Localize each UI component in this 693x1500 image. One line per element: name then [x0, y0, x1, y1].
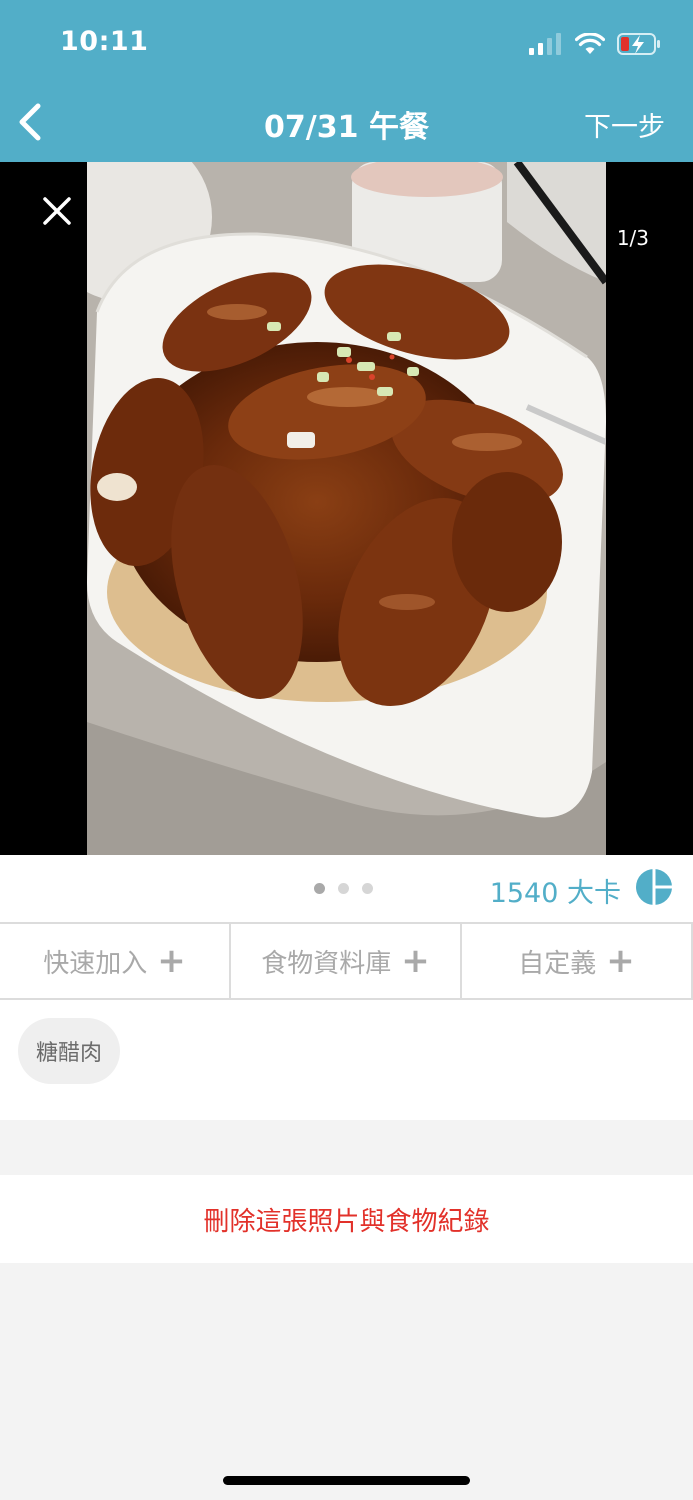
- signal-icon: [529, 33, 561, 55]
- food-chip[interactable]: 糖醋肉: [18, 1018, 121, 1084]
- wifi-icon: [575, 33, 605, 54]
- home-indicator[interactable]: [223, 1476, 470, 1485]
- app-header: 10:11 07/31 午餐 下一步: [0, 0, 693, 162]
- next-button[interactable]: 下一步: [584, 105, 665, 144]
- plus-icon: +: [157, 941, 186, 981]
- delete-label: 刪除這張照片與食物紀錄: [203, 1206, 490, 1237]
- calorie-row: 1540 大卡: [0, 855, 693, 923]
- close-icon[interactable]: [40, 194, 74, 228]
- delete-button[interactable]: 刪除這張照片與食物紀錄: [0, 1175, 693, 1263]
- photo-viewer[interactable]: 1/3: [0, 162, 693, 855]
- status-icons: [529, 30, 661, 58]
- plus-icon: +: [401, 941, 430, 981]
- add-food-tabs: 快速加入 + 食物資料庫 + 自定義 +: [0, 922, 693, 1000]
- food-list: 糖醋肉: [0, 1000, 693, 1120]
- nutrition-pie-icon[interactable]: [635, 868, 673, 906]
- calorie-total: 1540 大卡: [489, 878, 621, 909]
- photo-counter: 1/3: [616, 226, 649, 250]
- page-dot-active[interactable]: [314, 883, 325, 894]
- plus-icon: +: [606, 941, 635, 981]
- custom-tab[interactable]: 自定義 +: [462, 924, 693, 998]
- page-indicator[interactable]: [314, 883, 373, 894]
- food-database-tab[interactable]: 食物資料庫 +: [231, 924, 462, 998]
- page-dot[interactable]: [362, 883, 373, 894]
- quick-add-tab[interactable]: 快速加入 +: [0, 924, 231, 998]
- tab-label: 食物資料庫: [261, 948, 392, 979]
- food-photo: [87, 162, 606, 855]
- battery-icon: [617, 33, 660, 55]
- tab-label: 快速加入: [43, 948, 148, 979]
- tab-label: 自定義: [518, 948, 597, 979]
- status-time: 10:11: [60, 26, 149, 57]
- page-dot[interactable]: [338, 883, 349, 894]
